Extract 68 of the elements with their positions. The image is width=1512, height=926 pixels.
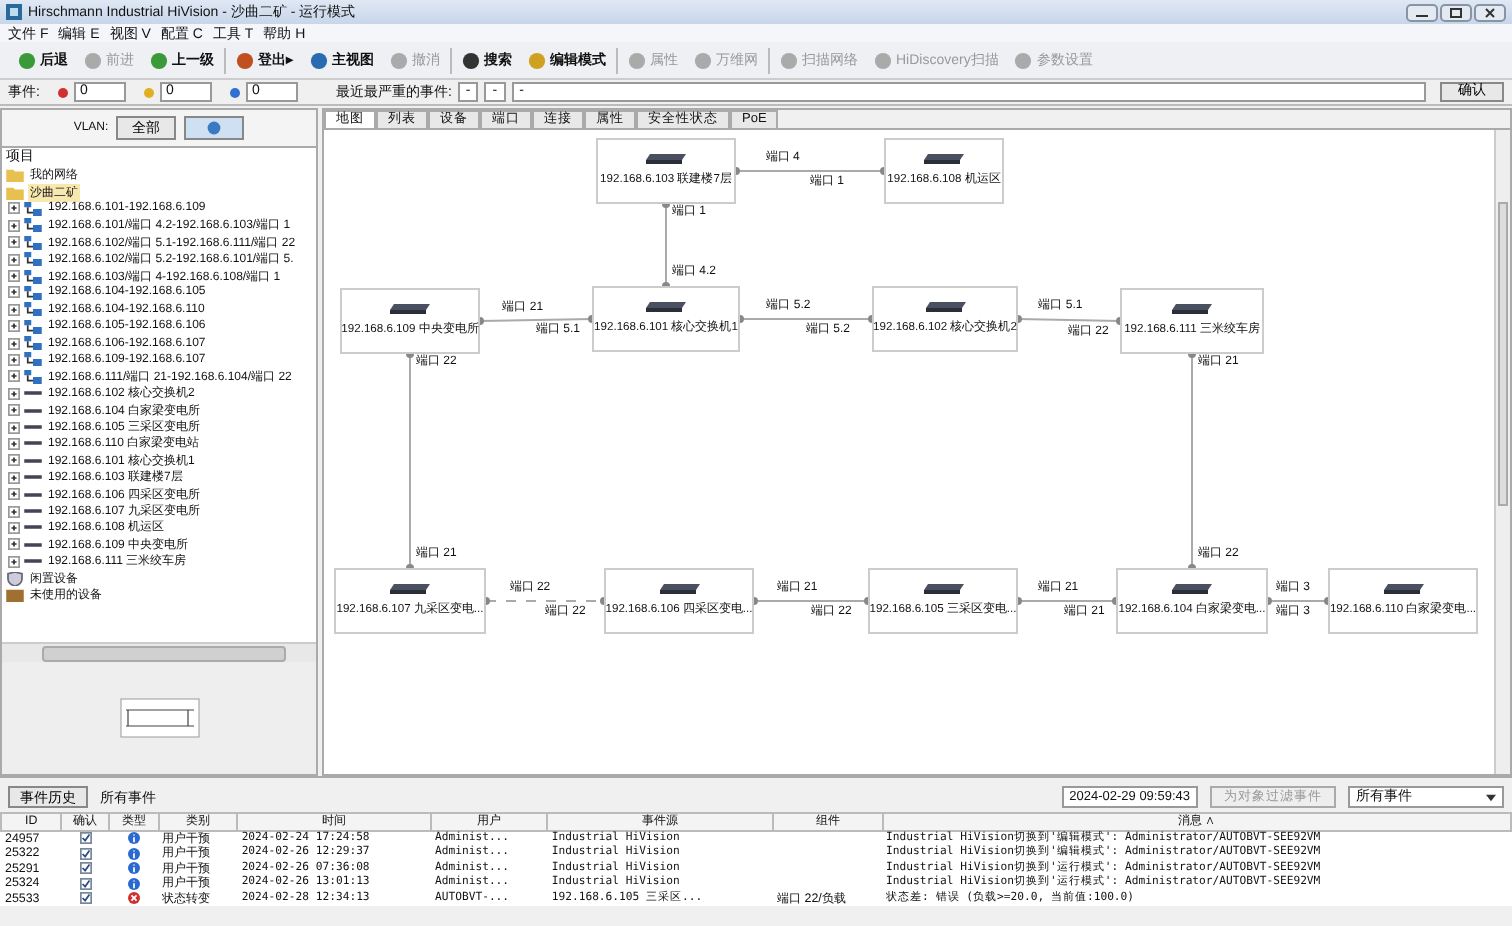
dropdown-arrow-icon bbox=[1486, 793, 1496, 801]
toolbar-icon bbox=[236, 51, 254, 69]
toolbar-icon bbox=[310, 51, 328, 69]
toolbar-icon bbox=[528, 51, 546, 69]
expand-icon[interactable] bbox=[8, 454, 20, 467]
minimize-button[interactable] bbox=[1406, 3, 1438, 21]
checkbox[interactable] bbox=[79, 832, 92, 845]
toolbar-icon bbox=[694, 51, 712, 69]
status-dot-icon bbox=[143, 87, 154, 97]
switch-icon bbox=[1172, 584, 1212, 594]
minimap[interactable] bbox=[119, 698, 199, 738]
checkbox[interactable] bbox=[79, 877, 92, 890]
maximize-button[interactable] bbox=[1440, 3, 1472, 21]
expand-icon[interactable] bbox=[8, 253, 20, 266]
checkbox[interactable] bbox=[79, 862, 92, 875]
toolbar-icon bbox=[628, 51, 646, 69]
switch-icon bbox=[646, 302, 686, 312]
checkbox[interactable] bbox=[79, 891, 92, 904]
expand-icon[interactable] bbox=[8, 303, 20, 316]
switch-icon bbox=[923, 584, 963, 594]
toolbar-icon bbox=[84, 51, 102, 69]
box-icon bbox=[6, 587, 24, 602]
toolbar-icon bbox=[874, 51, 892, 69]
switch-icon bbox=[924, 154, 964, 164]
toolbar-icon bbox=[1014, 51, 1033, 69]
vertical-scrollbar[interactable] bbox=[1494, 130, 1510, 774]
checkbox[interactable] bbox=[79, 847, 92, 860]
shield-icon bbox=[6, 571, 24, 586]
toolbar-icon bbox=[390, 51, 408, 69]
switch-icon bbox=[659, 584, 699, 594]
expand-icon[interactable] bbox=[8, 421, 20, 434]
expand-icon[interactable] bbox=[8, 505, 20, 517]
horizontal-scrollbar[interactable] bbox=[2, 642, 316, 662]
expand-icon[interactable] bbox=[8, 202, 20, 215]
expand-icon[interactable] bbox=[8, 270, 20, 283]
refresh-button[interactable] bbox=[184, 116, 245, 140]
expand-icon[interactable] bbox=[8, 555, 20, 568]
toolbar-icon bbox=[780, 51, 798, 69]
expand-icon[interactable] bbox=[8, 404, 20, 417]
expand-icon[interactable] bbox=[8, 286, 20, 299]
switch-icon bbox=[925, 302, 965, 312]
expand-icon[interactable] bbox=[8, 337, 20, 350]
switch-icon bbox=[1172, 304, 1212, 314]
expand-icon[interactable] bbox=[8, 538, 20, 551]
switch-icon bbox=[390, 304, 430, 314]
status-dot-icon bbox=[229, 87, 240, 97]
status-dot-icon bbox=[57, 87, 68, 97]
toolbar-icon bbox=[462, 51, 480, 69]
expand-icon[interactable] bbox=[8, 370, 20, 383]
switch-icon bbox=[390, 584, 430, 594]
expand-icon[interactable] bbox=[8, 521, 20, 534]
toolbar-icon bbox=[150, 51, 168, 69]
close-button[interactable] bbox=[1474, 3, 1506, 21]
app-icon bbox=[6, 4, 22, 20]
switch-icon bbox=[1383, 584, 1423, 594]
expand-icon[interactable] bbox=[8, 353, 20, 366]
switch-icon bbox=[646, 154, 686, 164]
expand-icon[interactable] bbox=[8, 236, 20, 249]
expand-icon[interactable] bbox=[8, 320, 20, 333]
connection-line[interactable] bbox=[1188, 350, 1196, 572]
expand-icon[interactable] bbox=[8, 437, 20, 450]
expand-icon[interactable] bbox=[8, 387, 20, 400]
expand-icon[interactable] bbox=[8, 219, 20, 232]
connection-line[interactable] bbox=[406, 350, 414, 572]
refresh-icon bbox=[206, 120, 223, 136]
expand-icon[interactable] bbox=[8, 471, 20, 484]
toolbar-icon bbox=[18, 51, 36, 69]
expand-icon[interactable] bbox=[8, 488, 20, 501]
